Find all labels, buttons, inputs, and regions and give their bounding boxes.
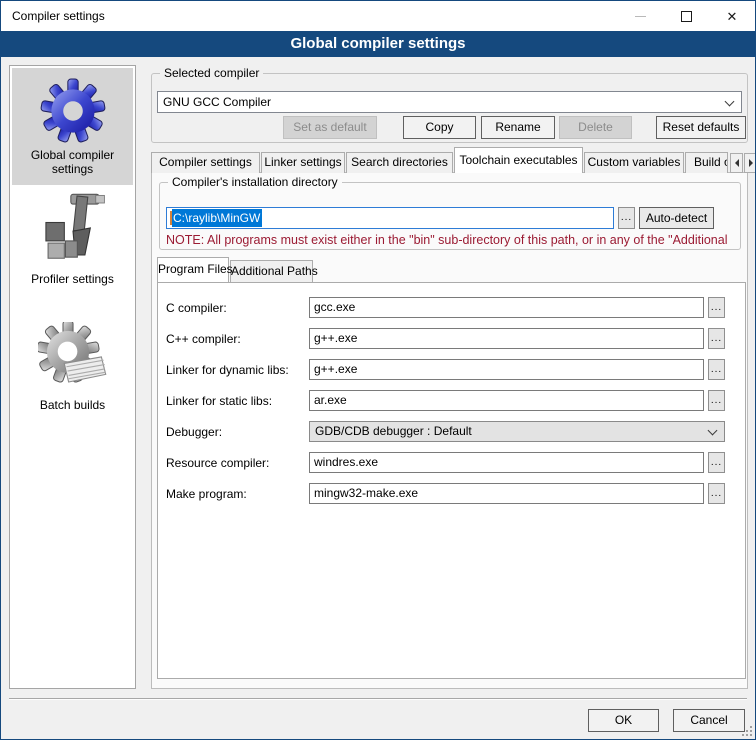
sidebar-item-label: Batch builds (40, 398, 105, 412)
toolchain-executables-page: Compiler's installation directory C:\ray… (151, 172, 748, 689)
set-as-default-button[interactable]: Set as default (283, 116, 377, 139)
tab-scroll-right-button[interactable] (744, 153, 756, 173)
left-arrow-icon (735, 159, 739, 167)
installation-directory-value: C:\raylib\MinGW (172, 209, 262, 227)
compiler-settings-dialog: Compiler settings ✕ Global compiler sett… (0, 0, 756, 740)
field-row-make-program: Make program: mingw32-make.exe ... (158, 478, 745, 509)
compiler-buttons-row: Set as default Copy Rename Delete Reset … (157, 116, 746, 139)
cpp-compiler-input[interactable]: g++.exe (309, 328, 704, 349)
tab-build-options[interactable]: Build options (685, 152, 728, 173)
field-row-linker-dynamic: Linker for dynamic libs: g++.exe ... (158, 354, 745, 385)
right-arrow-icon (749, 159, 753, 167)
debugger-select[interactable]: GDB/CDB debugger : Default (309, 421, 725, 442)
make-program-label: Make program: (166, 487, 305, 501)
ok-button[interactable]: OK (588, 709, 659, 732)
reset-defaults-button[interactable]: Reset defaults (656, 116, 746, 139)
c-compiler-input[interactable]: gcc.exe (309, 297, 704, 318)
linker-static-label: Linker for static libs: (166, 394, 305, 408)
tab-search-directories[interactable]: Search directories (346, 152, 453, 173)
resize-grip[interactable] (742, 726, 752, 736)
linker-dynamic-input[interactable]: g++.exe (309, 359, 704, 380)
sidebar-item-batch-builds[interactable]: Batch builds (12, 320, 133, 416)
copy-button[interactable]: Copy (403, 116, 476, 139)
maximize-icon (681, 11, 692, 22)
subtab-bar: Program Files Additional Paths (157, 257, 314, 282)
window-title: Compiler settings (12, 1, 105, 31)
subtab-program-files[interactable]: Program Files (157, 257, 229, 282)
make-program-browse-button[interactable]: ... (708, 483, 725, 504)
delete-button[interactable]: Delete (559, 116, 632, 139)
field-row-c-compiler: C compiler: gcc.exe ... (158, 292, 745, 323)
cancel-button[interactable]: Cancel (673, 709, 745, 732)
bin-subdirectory-note: NOTE: All programs must exist either in … (166, 233, 739, 247)
tab-linker-settings[interactable]: Linker settings (261, 152, 345, 173)
installation-directory-row: C:\raylib\MinGW ... Auto-detect (166, 207, 714, 229)
settings-sidebar: Global compiler settings Profiler settin… (9, 65, 136, 689)
sidebar-item-global-compiler-settings[interactable]: Global compiler settings (12, 68, 133, 185)
sidebar-item-label: Profiler settings (31, 272, 114, 286)
resource-compiler-label: Resource compiler: (166, 456, 305, 470)
resource-compiler-input[interactable]: windres.exe (309, 452, 704, 473)
tab-bar: Compiler settings Linker settings Search… (151, 147, 756, 173)
field-row-cpp-compiler: C++ compiler: g++.exe ... (158, 323, 745, 354)
chevron-down-icon (725, 97, 735, 107)
title-bar: Compiler settings ✕ (1, 1, 755, 31)
window-controls: ✕ (617, 1, 755, 31)
linker-static-browse-button[interactable]: ... (708, 390, 725, 411)
tab-custom-variables[interactable]: Custom variables (584, 152, 684, 173)
minimize-button[interactable] (617, 1, 663, 31)
footer-divider (9, 698, 747, 700)
page-title: Global compiler settings (1, 31, 755, 57)
blue-gear-icon (40, 78, 106, 144)
tab-toolchain-executables[interactable]: Toolchain executables (454, 147, 583, 173)
compiler-select[interactable]: GNU GCC Compiler (157, 91, 742, 113)
tab-scroll-left-button[interactable] (730, 153, 743, 173)
selected-compiler-legend: Selected compiler (160, 66, 263, 81)
debugger-select-value: GDB/CDB debugger : Default (315, 424, 472, 438)
rename-button[interactable]: Rename (481, 116, 555, 139)
subtab-additional-paths[interactable]: Additional Paths (230, 260, 313, 282)
program-files-page: C compiler: gcc.exe ... C++ compiler: g+… (157, 282, 746, 679)
compiler-select-value: GNU GCC Compiler (163, 95, 271, 109)
sidebar-item-profiler-settings[interactable]: Profiler settings (12, 188, 133, 292)
linker-dynamic-browse-button[interactable]: ... (708, 359, 725, 380)
browse-directory-button[interactable]: ... (618, 207, 635, 229)
field-row-resource-compiler: Resource compiler: windres.exe ... (158, 447, 745, 478)
installation-directory-group: Compiler's installation directory C:\ray… (159, 182, 741, 250)
resource-compiler-browse-button[interactable]: ... (708, 452, 725, 473)
debugger-label: Debugger: (166, 425, 305, 439)
c-compiler-browse-button[interactable]: ... (708, 297, 725, 318)
caliper-icon (38, 190, 108, 268)
installation-directory-legend: Compiler's installation directory (168, 175, 342, 190)
tab-compiler-settings[interactable]: Compiler settings (151, 152, 260, 173)
linker-static-input[interactable]: ar.exe (309, 390, 704, 411)
sidebar-item-label: Global compiler settings (12, 148, 133, 176)
minimize-icon (635, 16, 646, 17)
maximize-button[interactable] (663, 1, 709, 31)
field-row-linker-static: Linker for static libs: ar.exe ... (158, 385, 745, 416)
selected-compiler-group: Selected compiler GNU GCC Compiler Set a… (151, 73, 748, 143)
chevron-down-icon (708, 426, 718, 436)
cpp-compiler-label: C++ compiler: (166, 332, 305, 346)
close-icon: ✕ (727, 10, 738, 23)
cpp-compiler-browse-button[interactable]: ... (708, 328, 725, 349)
close-button[interactable]: ✕ (709, 1, 755, 31)
auto-detect-button[interactable]: Auto-detect (639, 207, 714, 229)
gray-gear-stack-icon (38, 322, 108, 394)
linker-dynamic-label: Linker for dynamic libs: (166, 363, 305, 377)
field-row-debugger: Debugger: GDB/CDB debugger : Default (158, 416, 745, 447)
make-program-input[interactable]: mingw32-make.exe (309, 483, 704, 504)
c-compiler-label: C compiler: (166, 301, 305, 315)
installation-directory-input[interactable]: C:\raylib\MinGW (166, 207, 614, 229)
